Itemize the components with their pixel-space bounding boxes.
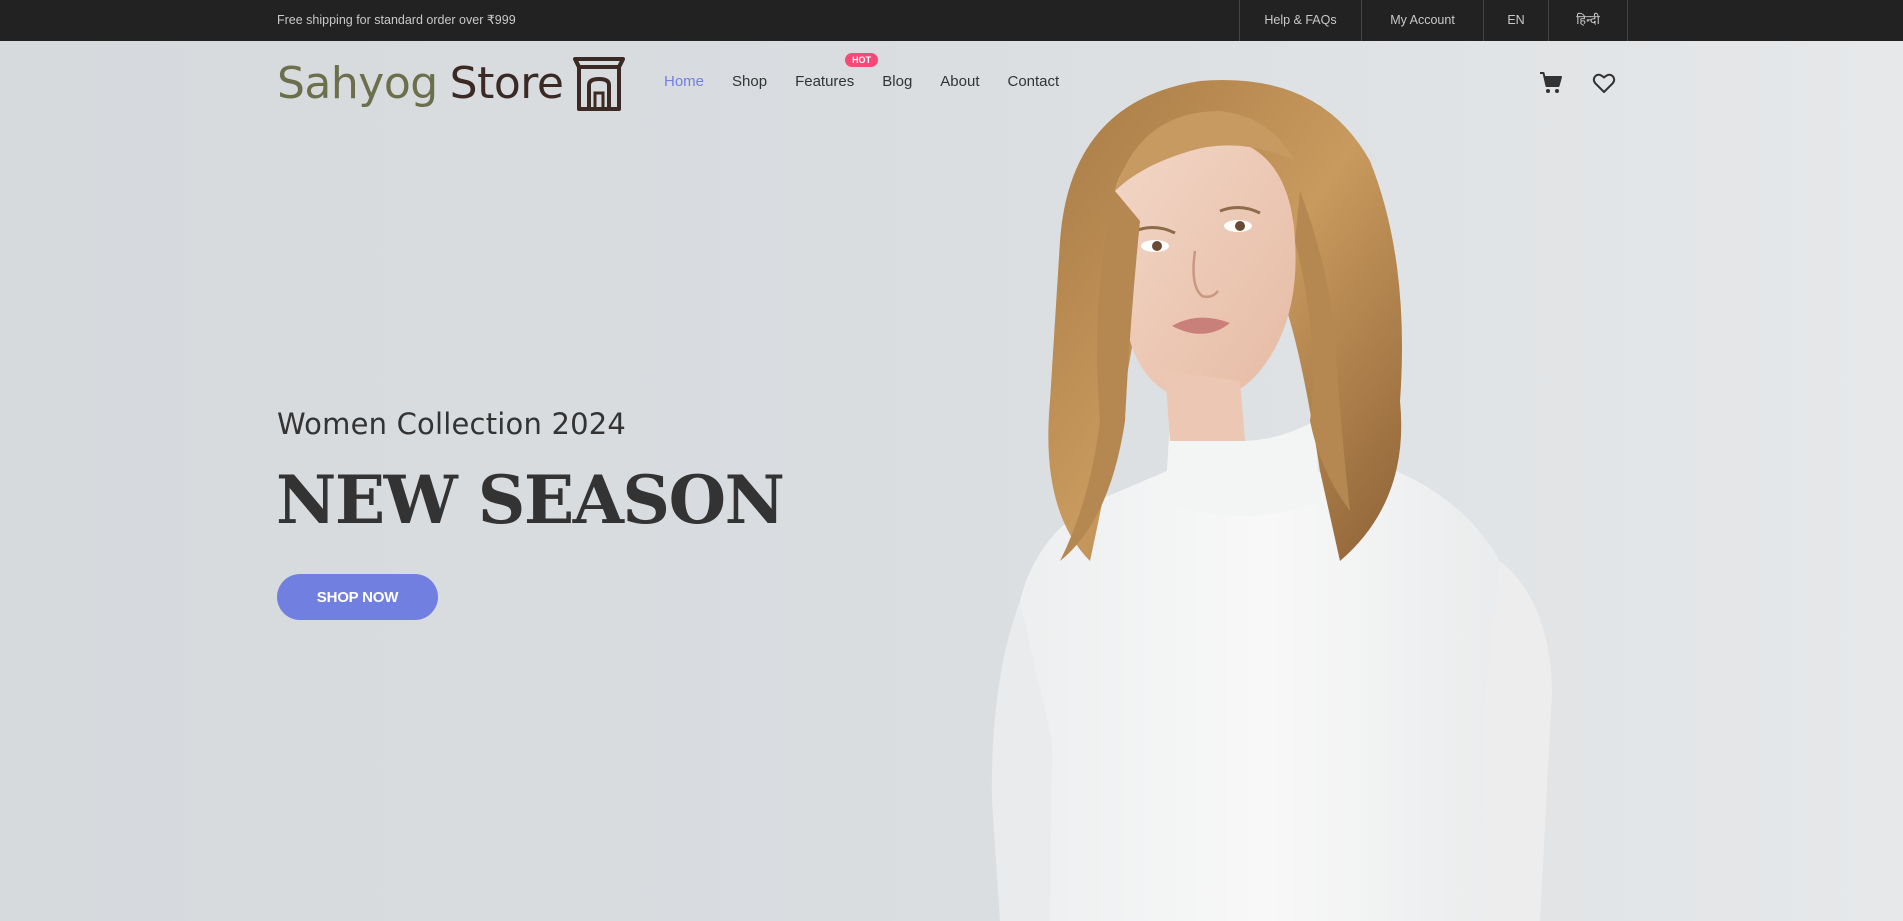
nav-features[interactable]: Features HOT <box>795 53 879 94</box>
top-bar: Free shipping for standard order over ₹9… <box>0 0 1903 41</box>
nav-blog[interactable]: Blog <box>882 70 912 94</box>
main-nav: Home Shop Features HOT Blog About Contac… <box>664 53 1087 94</box>
hero-subtitle: Women Collection 2024 <box>277 407 627 441</box>
my-account-link[interactable]: My Account <box>1362 0 1484 41</box>
cart-icon <box>1540 72 1562 93</box>
nav-home[interactable]: Home <box>664 70 704 94</box>
heart-icon <box>1592 73 1616 93</box>
language-hindi-link[interactable]: हिन्दी <box>1549 0 1628 41</box>
store-logo[interactable]: Sahyog Store <box>277 54 627 112</box>
shipping-notice: Free shipping for standard order over ₹9… <box>277 13 516 27</box>
help-faqs-link[interactable]: Help & FAQs <box>1240 0 1362 41</box>
top-bar-links: Help & FAQs My Account EN हिन्दी <box>1239 0 1628 41</box>
logo-word-store: Store <box>449 57 564 109</box>
storefront-icon <box>573 57 626 111</box>
cart-button[interactable] <box>1538 70 1564 96</box>
nav-features-label: Features <box>795 73 855 90</box>
language-en-link[interactable]: EN <box>1484 0 1549 41</box>
hot-badge: HOT <box>845 53 879 67</box>
shop-now-button[interactable]: SHOP NOW <box>277 574 438 620</box>
model-photo <box>991 80 1552 921</box>
nav-shop[interactable]: Shop <box>732 70 767 94</box>
nav-about[interactable]: About <box>940 70 979 94</box>
hero-title: NEW SEASON <box>276 461 785 539</box>
nav-contact[interactable]: Contact <box>1008 70 1060 94</box>
logo-word-sahyog: Sahyog <box>277 57 438 109</box>
wishlist-button[interactable] <box>1591 70 1617 96</box>
